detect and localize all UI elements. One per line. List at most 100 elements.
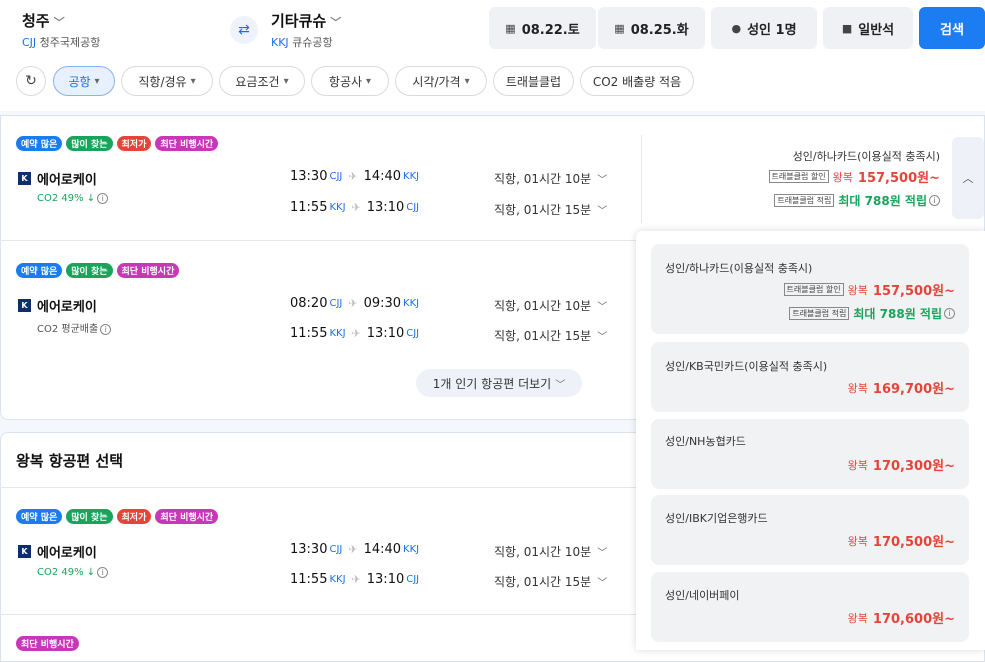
- round-trip-label: 왕복: [847, 458, 868, 472]
- section-title: 왕복 항공편 선택: [16, 452, 124, 470]
- chevron-down-icon: ﹀: [597, 206, 608, 217]
- filter-co2[interactable]: CO2 배출량 적음: [580, 66, 694, 96]
- price-amount: 157,500원~: [872, 284, 955, 299]
- leg-duration[interactable]: 직항, 01시간 10분 ﹀: [494, 297, 607, 314]
- info-icon[interactable]: i: [944, 308, 955, 319]
- leg-return: 11:55 KKJ ✈ 13:10 CJJ: [290, 572, 419, 587]
- airline-logo: K: [18, 299, 31, 312]
- duration-text: 직항, 01시간 10분: [494, 545, 592, 559]
- arr-time: 13:10: [366, 200, 405, 215]
- filter-travel-club[interactable]: 트래블클럽: [493, 66, 574, 96]
- show-more-label: 1개 인기 항공편 더보기: [432, 376, 552, 391]
- chevron-down-icon: ﹀: [597, 548, 608, 559]
- flight-badges: 예약 많은 많이 찾는 최저가 최단 비행시간: [16, 509, 219, 524]
- leg-duration[interactable]: 직항, 01시간 15분 ﹀: [494, 201, 607, 218]
- round-trip-label: 왕복: [847, 611, 868, 625]
- chevron-down-icon: ﹀: [555, 379, 566, 391]
- option-name: 성인/네이버페이: [665, 589, 740, 602]
- price-row: 왕복 170,500원~: [848, 531, 955, 551]
- filter-label: 항공사: [328, 74, 363, 89]
- refresh-icon[interactable]: ↻: [16, 66, 46, 96]
- filter-direct[interactable]: 직항/경유 ▾: [121, 66, 213, 96]
- arr-code: CJJ: [406, 328, 420, 339]
- price-option[interactable]: 성인/KB국민카드(이용실적 충족시) 왕복 169,700원~: [651, 342, 969, 412]
- points-amount: 최대 788원 적립: [838, 194, 927, 208]
- badge-shortest: 최단 비행시간: [116, 263, 180, 278]
- dep-code: KKJ: [329, 574, 346, 585]
- price-option[interactable]: 성인/하나카드(이용실적 충족시) 트래블클럽 할인 왕복 157,500원~ 트…: [651, 244, 969, 334]
- dep-time: 11:55: [290, 572, 328, 587]
- flight-badges: 예약 많은 많이 찾는 최저가 최단 비행시간: [16, 136, 219, 151]
- departure-date-button[interactable]: ▦ 08.22.토: [489, 7, 596, 49]
- filter-airline[interactable]: 항공사 ▾: [311, 66, 389, 96]
- destination-code: KKJ: [271, 36, 289, 49]
- dep-code: CJJ: [329, 298, 343, 309]
- info-icon[interactable]: i: [97, 567, 109, 578]
- destination-selector[interactable]: 기타큐슈 ﹀ KKJ 큐슈공항: [271, 10, 341, 50]
- leg-duration[interactable]: 직항, 01시간 15분 ﹀: [494, 327, 607, 344]
- leg-duration[interactable]: 직항, 01시간 10분 ﹀: [494, 543, 607, 560]
- arr-code: CJJ: [406, 574, 420, 585]
- info-icon[interactable]: i: [100, 324, 112, 335]
- chevron-up-icon: ︿: [962, 172, 974, 185]
- seat-icon: ■: [841, 21, 853, 35]
- return-date: 08.25.화: [630, 22, 689, 38]
- price-option[interactable]: 성인/네이버페이 왕복 170,600원~: [651, 572, 969, 642]
- badge-cheapest: 최저가: [116, 509, 152, 524]
- price-row: 왕복 170,300원~: [847, 455, 955, 475]
- show-more-button[interactable]: 1개 인기 항공편 더보기 ﹀: [416, 369, 582, 397]
- filter-label: 트래블클럽: [505, 74, 562, 89]
- dep-time: 08:20: [290, 296, 328, 311]
- filter-time-price[interactable]: 시각/가격 ▾: [395, 66, 487, 96]
- badge-popular: 많이 찾는: [66, 136, 113, 151]
- price-option[interactable]: 성인/IBK기업은행카드 왕복 170,500원~: [651, 495, 969, 565]
- search-button[interactable]: 검색: [919, 7, 985, 49]
- info-icon[interactable]: i: [929, 195, 940, 206]
- collapse-prices-button[interactable]: ︿: [952, 137, 984, 219]
- destination-airport: 큐슈공항: [292, 36, 333, 49]
- passenger-button[interactable]: ● 성인 1명: [711, 7, 817, 49]
- leg-duration[interactable]: 직항, 01시간 10분 ﹀: [494, 170, 607, 187]
- plane-icon: ✈: [348, 297, 358, 310]
- filter-label: 요금조건: [235, 74, 280, 89]
- badge-reserve: 예약 많은: [16, 263, 63, 278]
- origin-selector[interactable]: 청주 ﹀ CJJ 청주국제공항: [22, 10, 100, 50]
- chevron-down-icon: ▾: [366, 75, 372, 87]
- dep-time: 11:55: [290, 326, 328, 341]
- leg-duration[interactable]: 직항, 01시간 15분 ﹀: [494, 573, 607, 590]
- filter-label: 시각/가격: [412, 74, 461, 89]
- filter-fare[interactable]: 요금조건 ▾: [219, 66, 305, 96]
- filter-label: 직항/경유: [138, 74, 187, 89]
- points-amount: 최대 788원 적립: [853, 307, 942, 321]
- price-option[interactable]: 성인/NH농협카드 왕복 170,300원~: [651, 419, 969, 489]
- origin-code: CJJ: [22, 36, 37, 49]
- duration-text: 직항, 01시간 15분: [494, 329, 592, 343]
- price-amount: 157,500원~: [857, 171, 940, 186]
- duration-text: 직항, 01시간 10분: [494, 299, 592, 313]
- duration-text: 직항, 01시간 15분: [494, 575, 592, 589]
- cabin-button[interactable]: ■ 일반석: [823, 7, 913, 49]
- filter-airport[interactable]: 공항 ▾: [53, 66, 115, 96]
- chevron-down-icon: ▾: [283, 75, 289, 87]
- option-name: 성인/NH농협카드: [665, 435, 746, 448]
- airline-name: 에어로케이: [37, 546, 97, 561]
- filter-label: CO2 배출량 적음: [592, 74, 682, 89]
- swap-icon[interactable]: ⇄: [230, 16, 258, 44]
- travel-club-points-tag: 트래블클럽 적립: [774, 194, 835, 207]
- arr-code: KKJ: [403, 171, 420, 182]
- dep-time: 13:30: [290, 169, 328, 184]
- info-icon[interactable]: i: [97, 193, 109, 204]
- chevron-down-icon: ﹀: [597, 578, 608, 589]
- travel-club-points-tag: 트래블클럽 적립: [789, 307, 850, 320]
- round-trip-label: 왕복: [832, 170, 853, 184]
- airline-name: 에어로케이: [37, 173, 97, 188]
- flight-badges: 예약 많은 많이 찾는 최단 비행시간: [16, 263, 180, 278]
- plane-icon: ✈: [351, 201, 361, 214]
- badge-shortest: 최단 비행시간: [155, 509, 219, 524]
- airline-logo: K: [18, 545, 31, 558]
- arr-time: 14:40: [363, 169, 402, 184]
- return-date-button[interactable]: ▦ 08.25.화: [598, 7, 705, 49]
- departure-date: 08.22.토: [521, 22, 580, 38]
- option-name: 성인/하나카드(이용실적 충족시): [665, 262, 813, 275]
- price-row: 트래블클럽 할인 왕복 157,500원~: [783, 280, 955, 299]
